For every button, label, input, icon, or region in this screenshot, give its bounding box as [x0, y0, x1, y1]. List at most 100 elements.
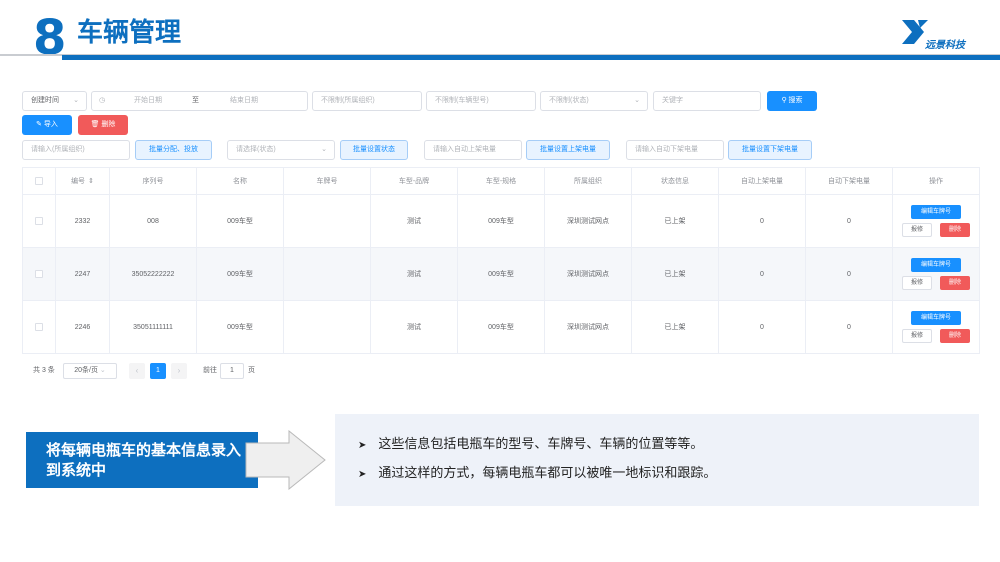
select-all-checkbox[interactable] [35, 177, 43, 185]
date-range-picker[interactable]: ◷ 开始日期 至 结束日期 [91, 91, 308, 111]
page-unit-label: 页 [248, 367, 255, 374]
import-button[interactable]: ✎ 导入 [22, 115, 72, 135]
cell-auto-up: 0 [719, 248, 806, 301]
row-checkbox[interactable] [35, 217, 43, 225]
chevron-left-icon: ‹ [135, 366, 139, 375]
bullet-arrow-icon: ➤ [358, 440, 367, 451]
row-delete-button[interactable]: 删除 [940, 223, 970, 237]
row-select-cell[interactable] [23, 195, 56, 248]
header-actions: 操作 [893, 168, 980, 195]
cell-spec: 009车型 [458, 301, 545, 354]
row-checkbox[interactable] [35, 270, 43, 278]
auto-up-input[interactable]: 请输入自动上架电量 [424, 140, 522, 160]
date-type-select[interactable]: 创建时间 ⌄ [22, 91, 87, 111]
search-button-label: 搜索 [788, 97, 803, 104]
header-spec: 车型-规格 [458, 168, 545, 195]
batch-assign-button[interactable]: 批量分配、投放 [135, 140, 212, 160]
status-filter-select[interactable]: 不限制(状态) ⌄ [540, 91, 648, 111]
cell-org: 深圳测试网点 [545, 248, 632, 301]
trash-icon: 🗑 [90, 121, 100, 128]
cell-name: 009车型 [197, 301, 284, 354]
header-id[interactable]: 编号 ⇕ [56, 168, 110, 195]
batch-down-button[interactable]: 批量设置下架电量 [728, 140, 812, 160]
date-type-value: 创建时间 [31, 97, 59, 104]
cell-spec: 009车型 [458, 195, 545, 248]
chevron-down-icon: ⌄ [73, 97, 79, 104]
bullet-text: 这些信息包括电瓶车的型号、车牌号、车辆的位置等等。 [378, 437, 704, 452]
info-box [335, 414, 979, 506]
select-all-cell[interactable] [23, 168, 56, 195]
cell-org: 深圳测试网点 [545, 301, 632, 354]
chevron-down-icon: ⌄ [634, 97, 640, 104]
cell-serial: 35052222222 [110, 248, 197, 301]
batch-up-button[interactable]: 批量设置上架电量 [526, 140, 610, 160]
header-plate: 车牌号 [284, 168, 371, 195]
report-repair-button[interactable]: 报修 [902, 276, 932, 290]
org-filter-input[interactable]: 不限制(所属组织) [312, 91, 422, 111]
row-select-cell[interactable] [23, 301, 56, 354]
section-number: 8 [33, 10, 66, 66]
model-filter-input[interactable]: 不限制(车辆型号) [426, 91, 536, 111]
company-logo-text: 远景科技 [925, 40, 965, 51]
header-serial: 序列号 [110, 168, 197, 195]
goto-label: 前往 [203, 367, 217, 374]
cell-org: 深圳测试网点 [545, 195, 632, 248]
auto-down-input[interactable]: 请输入自动下架电量 [626, 140, 724, 160]
report-repair-button[interactable]: 报修 [902, 223, 932, 237]
edit-plate-button[interactable]: 编辑车牌号 [911, 205, 961, 219]
status-filter-placeholder: 不限制(状态) [549, 97, 589, 104]
arrow-right-icon [245, 430, 326, 490]
row-select-cell[interactable] [23, 248, 56, 301]
prev-page-button[interactable]: ‹ [129, 363, 145, 379]
cell-id: 2332 [56, 195, 110, 248]
range-separator: 至 [192, 97, 199, 104]
edit-plate-button[interactable]: 编辑车牌号 [911, 311, 961, 325]
current-page-button[interactable]: 1 [150, 363, 166, 379]
chevron-down-icon: ⌄ [99, 367, 106, 374]
cell-auto-up: 0 [719, 195, 806, 248]
sort-icon[interactable]: ⇕ [88, 177, 94, 185]
start-date-input[interactable]: 开始日期 [134, 92, 162, 110]
goto-page-input[interactable]: 1 [220, 363, 244, 379]
edit-plate-button[interactable]: 编辑车牌号 [911, 258, 961, 272]
chevron-down-icon: ⌄ [321, 146, 327, 153]
row-checkbox[interactable] [35, 323, 43, 331]
auto-down-placeholder: 请输入自动下架电量 [635, 146, 698, 153]
bullet-text: 通过这样的方式，每辆电瓶车都可以被唯一地标识和跟踪。 [378, 466, 717, 481]
batch-status-button[interactable]: 批量设置状态 [340, 140, 408, 160]
report-repair-button[interactable]: 报修 [902, 329, 932, 343]
header-org: 所属组织 [545, 168, 632, 195]
keyword-input[interactable]: 关键字 [653, 91, 761, 111]
cell-status: 已上架 [632, 301, 719, 354]
cell-status: 已上架 [632, 248, 719, 301]
cell-spec: 009车型 [458, 248, 545, 301]
cell-brand: 测试 [371, 248, 458, 301]
cell-brand: 测试 [371, 301, 458, 354]
header-auto-up: 自动上架电量 [719, 168, 806, 195]
header-name: 名称 [197, 168, 284, 195]
batch-org-input[interactable]: 请输入(所属组织) [22, 140, 130, 160]
delete-button[interactable]: 🗑 删除 [78, 115, 128, 135]
delete-button-label: 删除 [101, 121, 116, 128]
cell-plate [284, 195, 371, 248]
bullet-arrow-icon: ➤ [358, 469, 367, 480]
clock-icon: ◷ [99, 97, 106, 104]
chevron-right-icon: › [177, 366, 181, 375]
search-button[interactable]: ⚲ 搜索 [767, 91, 817, 111]
cell-auto-down: 0 [806, 301, 893, 354]
page-size-select[interactable]: 20条/页 ⌄ [63, 363, 117, 379]
cell-id: 2247 [56, 248, 110, 301]
cell-actions: 编辑车牌号 报修 删除 [893, 248, 980, 301]
row-delete-button[interactable]: 删除 [940, 329, 970, 343]
cell-brand: 测试 [371, 195, 458, 248]
header-id-label: 编号 [71, 178, 86, 185]
row-delete-button[interactable]: 删除 [940, 276, 970, 290]
next-page-button[interactable]: › [171, 363, 187, 379]
keyword-placeholder: 关键字 [662, 97, 683, 104]
pagination-total: 共 3 条 [33, 367, 55, 374]
end-date-input[interactable]: 结束日期 [230, 92, 258, 110]
header-auto-down: 自动下架电量 [806, 168, 893, 195]
page-title: 车辆管理 [77, 18, 182, 48]
bullet-item: ➤ 这些信息包括电瓶车的型号、车牌号、车辆的位置等等。 [358, 436, 703, 455]
batch-status-select[interactable]: 请选择(状态) ⌄ [227, 140, 335, 160]
